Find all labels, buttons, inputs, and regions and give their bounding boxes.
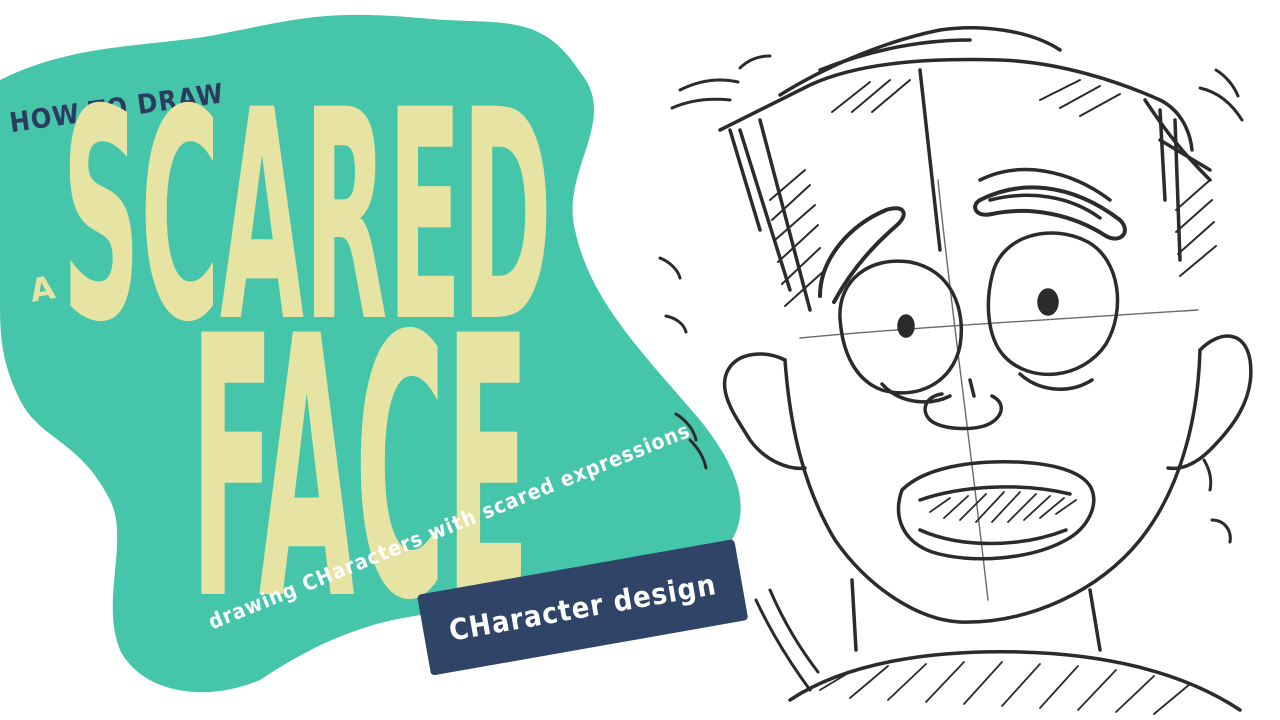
thumbnail-canvas: HOW TO DRAW A SCARED FACE drawing CHarac…: [0, 0, 1280, 720]
shirt-hatching: [819, 661, 1191, 715]
scared-boy-sketch: [658, 26, 1253, 715]
title-line-1: SCARED: [62, 92, 552, 322]
title-line-1-text: SCARED: [62, 92, 552, 322]
mouth-hatching: [929, 491, 1077, 523]
hair-strokes: [718, 26, 1212, 312]
mouth: [896, 459, 1096, 561]
construction-lines: [799, 179, 1199, 601]
nose: [923, 378, 1003, 431]
